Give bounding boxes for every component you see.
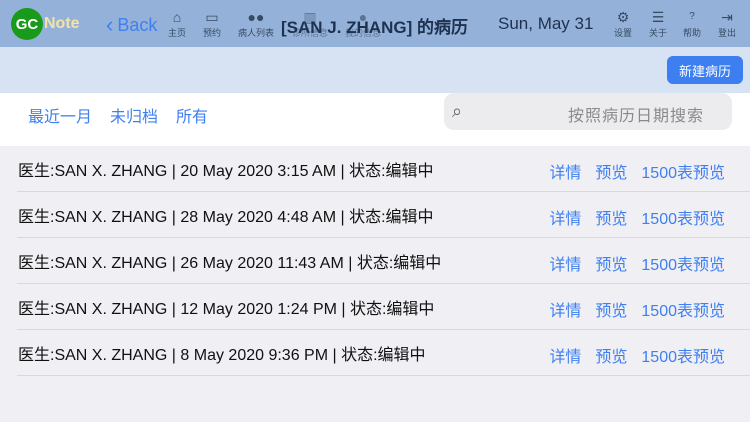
page-title: [SAN J. ZHANG] 的病历 (281, 18, 468, 37)
back-label: Back (117, 14, 158, 35)
table-row: 医生:SAN X. ZHANG | 26 May 2020 11:43 AM |… (17, 238, 750, 284)
nav-settings[interactable]: ⚙ 设置 (614, 8, 632, 39)
current-date: Sun, May 31 (498, 14, 594, 33)
nav-help[interactable]: ? 帮助 (683, 8, 701, 39)
detail-link[interactable]: 详情 (549, 297, 581, 321)
nav-home[interactable]: ⌂ 主页 (168, 8, 186, 39)
nav-about[interactable]: ☰ 关于 (649, 8, 667, 39)
home-icon: ⌂ (172, 9, 182, 25)
detail-link[interactable]: 详情 (549, 159, 581, 183)
record-info: 医生:SAN X. ZHANG | 20 May 2020 3:15 AM | … (18, 162, 434, 180)
logo-note: Note (44, 15, 80, 32)
preview-link[interactable]: 预览 (595, 205, 627, 229)
list-icon: ☰ (651, 9, 665, 25)
tab-last-month[interactable]: 最近一月 (28, 103, 92, 127)
search-icon: ⌕ (452, 101, 463, 121)
form1500-preview-link[interactable]: 1500表预览 (641, 251, 725, 275)
detail-link[interactable]: 详情 (549, 205, 581, 229)
record-list: 医生:SAN X. ZHANG | 20 May 2020 3:15 AM | … (17, 146, 750, 376)
filter-bar: 最近一月 未归档 所有 ⌕ 按照病历日期搜索 (0, 93, 750, 146)
patients-icon: ●● (247, 9, 265, 25)
help-icon: ? (689, 11, 695, 22)
new-record-button[interactable]: 新建病历 (667, 56, 743, 84)
record-info: 医生:SAN X. ZHANG | 8 May 2020 9:36 PM | 状… (18, 346, 426, 364)
nav-label: 主页 (168, 28, 187, 38)
table-row: 医生:SAN X. ZHANG | 12 May 2020 1:24 PM | … (17, 284, 750, 330)
table-row: 医生:SAN X. ZHANG | 20 May 2020 3:15 AM | … (17, 146, 750, 192)
preview-link[interactable]: 预览 (595, 251, 627, 275)
logo-gc: GC (11, 8, 43, 40)
search-placeholder: 按照病历日期搜索 (567, 108, 704, 125)
chevron-left-icon: ‹ (106, 12, 114, 37)
nav-label: 帮助 (683, 28, 702, 38)
detail-link[interactable]: 详情 (549, 343, 581, 367)
nav-patients[interactable]: ●● 病人列表 (238, 8, 274, 39)
nav-appointments[interactable]: ▭ 预约 (203, 8, 221, 39)
back-button[interactable]: ‹ Back (106, 12, 157, 38)
nav-label: 病人列表 (238, 28, 275, 38)
nav-label: 关于 (649, 28, 668, 38)
preview-link[interactable]: 预览 (595, 297, 627, 321)
table-row: 医生:SAN X. ZHANG | 28 May 2020 4:48 AM | … (17, 192, 750, 238)
form1500-preview-link[interactable]: 1500表预览 (641, 205, 725, 229)
preview-link[interactable]: 预览 (595, 343, 627, 367)
tab-unarchived[interactable]: 未归档 (110, 103, 158, 127)
nav-label: 设置 (614, 28, 633, 38)
nav-label: 预约 (203, 28, 222, 38)
top-bar: GC Note ‹ Back ⌂ 主页 ▭ 预约 ●● 病人列表 ▥ 诊所信息 ● 我的信息… (0, 0, 750, 47)
form1500-preview-link[interactable]: 1500表预览 (641, 159, 725, 183)
preview-link[interactable]: 预览 (595, 159, 627, 183)
record-info: 医生:SAN X. ZHANG | 12 May 2020 1:24 PM | … (18, 300, 435, 318)
calendar-icon: ▭ (205, 9, 219, 25)
form1500-preview-link[interactable]: 1500表预览 (641, 343, 725, 367)
record-info: 医生:SAN X. ZHANG | 26 May 2020 11:43 AM |… (18, 254, 442, 272)
gear-icon: ⚙ (616, 9, 630, 25)
form1500-preview-link[interactable]: 1500表预览 (641, 297, 725, 321)
detail-link[interactable]: 详情 (549, 251, 581, 275)
tab-all[interactable]: 所有 (176, 103, 208, 127)
nav-logout[interactable]: ⇥ 登出 (718, 8, 736, 39)
logout-icon: ⇥ (721, 9, 733, 25)
logo: GC Note (11, 8, 80, 40)
table-row: 医生:SAN X. ZHANG | 8 May 2020 9:36 PM | 状… (17, 330, 750, 376)
toolbar: 新建病历 (0, 47, 750, 93)
nav-label: 登出 (718, 28, 737, 38)
record-info: 医生:SAN X. ZHANG | 28 May 2020 4:48 AM | … (18, 208, 434, 226)
search-input[interactable]: ⌕ 按照病历日期搜索 (444, 93, 732, 130)
